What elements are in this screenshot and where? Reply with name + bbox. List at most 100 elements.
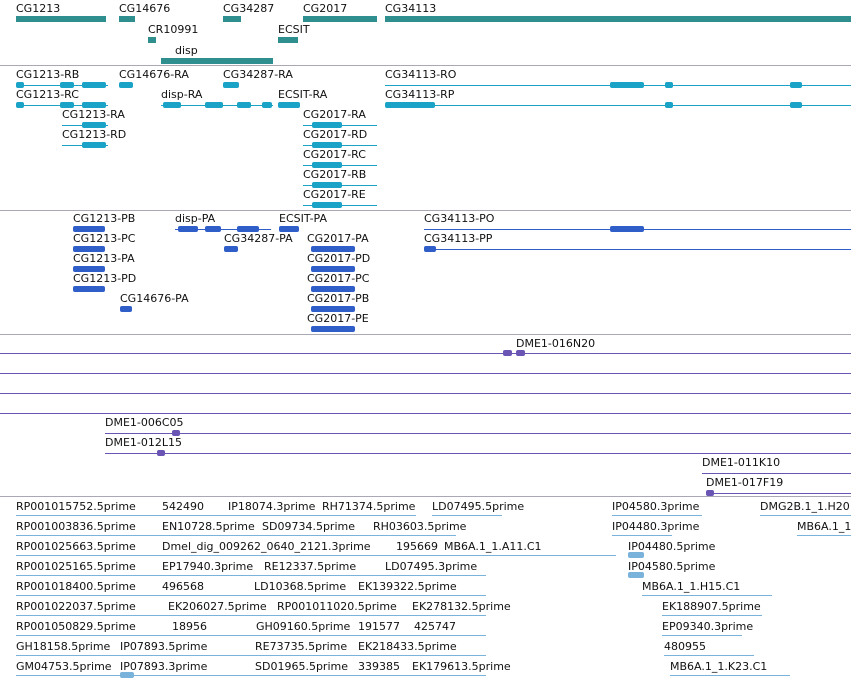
transcript-label[interactable]: ECSIT-RA bbox=[278, 88, 327, 101]
est-label[interactable]: SD09734.5prime bbox=[262, 520, 355, 533]
gene-feature[interactable] bbox=[303, 16, 377, 22]
transcript-label[interactable]: CG2017-RE bbox=[303, 188, 366, 201]
transcript-label[interactable]: CG1213-RB bbox=[16, 68, 79, 81]
protein-feature[interactable] bbox=[73, 286, 105, 292]
est-label[interactable]: SD01965.5prime bbox=[255, 660, 348, 673]
est-label[interactable]: RE12337.5prime bbox=[264, 560, 356, 573]
gene-feature[interactable] bbox=[16, 16, 106, 22]
gene-label[interactable]: CR10991 bbox=[148, 23, 198, 36]
transcript-label[interactable]: CG34113-RO bbox=[385, 68, 456, 81]
est-label[interactable]: EK218433.5prime bbox=[358, 640, 457, 653]
est-label[interactable]: 18956 bbox=[172, 620, 207, 633]
transcript-exon[interactable] bbox=[82, 82, 106, 88]
gene-feature[interactable] bbox=[161, 58, 273, 64]
protein-label[interactable]: CG1213-PD bbox=[73, 272, 136, 285]
est-label[interactable]: RH71374.5prime bbox=[322, 500, 415, 513]
est-label[interactable]: MB6A.1_1.H15.C1 bbox=[642, 580, 740, 593]
transcript-exon[interactable] bbox=[163, 102, 181, 108]
transcript-label[interactable]: CG2017-RA bbox=[303, 108, 366, 121]
transcript-exon[interactable] bbox=[223, 82, 239, 88]
est-label[interactable]: IP18074.3prime bbox=[228, 500, 315, 513]
clone-feature[interactable] bbox=[157, 450, 165, 456]
transcript-label[interactable]: CG1213-RA bbox=[62, 108, 125, 121]
gene-label[interactable]: CG34287 bbox=[223, 2, 274, 15]
transcript-label[interactable]: CG2017-RD bbox=[303, 128, 367, 141]
protein-label[interactable]: CG34287-PA bbox=[224, 232, 293, 245]
transcript-label[interactable]: CG2017-RC bbox=[303, 148, 366, 161]
est-label[interactable]: RP001003836.5prime bbox=[16, 520, 136, 533]
est-label[interactable]: GM04753.5prime bbox=[16, 660, 112, 673]
transcript-exon[interactable] bbox=[665, 102, 673, 108]
transcript-exon[interactable] bbox=[610, 82, 644, 88]
clone-label[interactable]: DME1-012L15 bbox=[105, 436, 182, 449]
transcript-label[interactable]: CG34287-RA bbox=[223, 68, 293, 81]
transcript-exon[interactable] bbox=[278, 102, 300, 108]
est-label[interactable]: EK179613.5prime bbox=[412, 660, 511, 673]
gene-label[interactable]: disp bbox=[175, 44, 198, 57]
gene-label[interactable]: CG34113 bbox=[385, 2, 436, 15]
transcript-exon[interactable] bbox=[82, 142, 106, 148]
transcript-label[interactable]: CG1213-RC bbox=[16, 88, 79, 101]
clone-label[interactable]: DME1-016N20 bbox=[516, 337, 595, 350]
est-label[interactable]: IP04580.3prime bbox=[612, 500, 699, 513]
est-label[interactable]: RP001025663.5prime bbox=[16, 540, 136, 553]
est-feature[interactable] bbox=[628, 572, 644, 578]
gene-label[interactable]: CG2017 bbox=[303, 2, 347, 15]
protein-label[interactable]: CG1213-PB bbox=[73, 212, 135, 225]
protein-label[interactable]: CG1213-PA bbox=[73, 252, 135, 265]
protein-label[interactable]: CG2017-PB bbox=[307, 292, 369, 305]
gene-label[interactable]: CG14676 bbox=[119, 2, 170, 15]
est-label[interactable]: RP001050829.5prime bbox=[16, 620, 136, 633]
est-label[interactable]: GH09160.5prime bbox=[256, 620, 350, 633]
est-label[interactable]: IP07893.5prime bbox=[120, 640, 207, 653]
est-label[interactable]: 191577 bbox=[358, 620, 400, 633]
protein-label[interactable]: CG2017-PE bbox=[307, 312, 369, 325]
clone-label[interactable]: DME1-011K10 bbox=[702, 456, 780, 469]
est-label[interactable]: 339385 bbox=[358, 660, 400, 673]
est-label[interactable]: DMG2B.1_1.H20 bbox=[760, 500, 850, 513]
transcript-exon[interactable] bbox=[665, 82, 673, 88]
est-label[interactable]: EN10728.5prime bbox=[162, 520, 255, 533]
est-label[interactable]: LD10368.5prime bbox=[254, 580, 346, 593]
est-label[interactable]: RP001015752.5prime bbox=[16, 500, 136, 513]
protein-feature[interactable] bbox=[610, 226, 644, 232]
transcript-exon[interactable] bbox=[16, 102, 24, 108]
gene-feature[interactable] bbox=[148, 37, 156, 43]
protein-feature[interactable] bbox=[224, 246, 238, 252]
est-label[interactable]: LD07495.3prime bbox=[385, 560, 477, 573]
gene-feature[interactable] bbox=[278, 37, 298, 43]
est-label[interactable]: RP001022037.5prime bbox=[16, 600, 136, 613]
gene-label[interactable]: ECSIT bbox=[278, 23, 310, 36]
gene-label[interactable]: CG1213 bbox=[16, 2, 60, 15]
protein-label[interactable]: CG1213-PC bbox=[73, 232, 135, 245]
est-label[interactable]: 480955 bbox=[664, 640, 706, 653]
transcript-exon[interactable] bbox=[119, 82, 133, 88]
est-label[interactable]: RE73735.5prime bbox=[255, 640, 347, 653]
est-feature[interactable] bbox=[628, 552, 644, 558]
est-label[interactable]: EK278132.5prime bbox=[412, 600, 511, 613]
transcript-exon[interactable] bbox=[790, 102, 802, 108]
transcript-exon[interactable] bbox=[312, 202, 342, 208]
est-label[interactable]: EK139322.5prime bbox=[358, 580, 457, 593]
est-label[interactable]: RH03603.5prime bbox=[373, 520, 466, 533]
protein-feature[interactable] bbox=[424, 246, 436, 252]
transcript-label[interactable]: CG1213-RD bbox=[62, 128, 126, 141]
est-label[interactable]: EP17940.3prime bbox=[162, 560, 253, 573]
est-label[interactable]: MB6A.1_1.A11.C1 bbox=[444, 540, 542, 553]
est-label[interactable]: RP001025165.5prime bbox=[16, 560, 136, 573]
clone-feature[interactable] bbox=[503, 350, 512, 356]
transcript-exon[interactable] bbox=[790, 82, 802, 88]
est-feature[interactable] bbox=[120, 672, 134, 678]
protein-feature[interactable] bbox=[120, 306, 132, 312]
est-label[interactable]: Dmel_dig_009262_0640_2121.3prime bbox=[162, 540, 371, 553]
est-label[interactable]: IP07893.3prime bbox=[120, 660, 207, 673]
protein-label[interactable]: CG2017-PD bbox=[307, 252, 370, 265]
protein-label[interactable]: CG2017-PA bbox=[307, 232, 369, 245]
est-label[interactable]: EK188907.5prime bbox=[662, 600, 761, 613]
clone-label[interactable]: DME1-017F19 bbox=[706, 476, 783, 489]
protein-feature[interactable] bbox=[311, 326, 355, 332]
est-label[interactable]: 195669 bbox=[396, 540, 438, 553]
est-label[interactable]: 496568 bbox=[162, 580, 204, 593]
est-label[interactable]: EP09340.3prime bbox=[662, 620, 753, 633]
gene-feature[interactable] bbox=[119, 16, 135, 22]
